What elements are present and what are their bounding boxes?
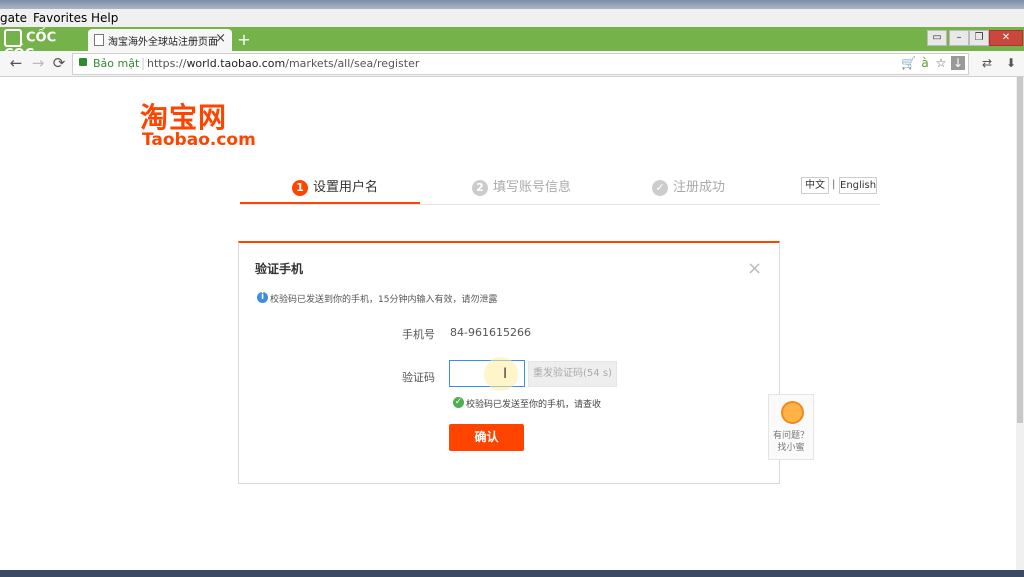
window-restore-button[interactable]: ❐ — [969, 30, 989, 46]
translate-icon[interactable]: à — [918, 56, 932, 70]
success-check-icon: ✓ — [453, 397, 464, 408]
menu-item-favorites[interactable]: Favorites — [33, 11, 87, 25]
help-widget-text[interactable]: 有问题？ 找小蜜 — [770, 430, 812, 454]
step-label-1: 设置用户名 — [313, 180, 379, 195]
text-cursor-icon: I — [503, 366, 508, 382]
os-taskbar — [0, 570, 1024, 577]
coccoc-logo[interactable]: CỐC CỐC — [4, 29, 86, 62]
tab-title: 淘宝海外全球站注册页面 — [108, 37, 218, 48]
lock-icon — [79, 58, 87, 66]
window-close-button[interactable]: ✕ — [989, 30, 1023, 46]
close-icon[interactable]: × — [747, 258, 762, 279]
assistant-avatar-icon[interactable] — [781, 401, 804, 424]
lang-separator: | — [832, 179, 836, 190]
step-number-2: 2 — [472, 179, 488, 196]
menu-item-help[interactable]: Help — [91, 11, 118, 25]
window-minimize-button[interactable]: – — [949, 30, 969, 46]
registration-steps: 1 设置用户名 2 填写账号信息 ✓ 注册成功 — [240, 170, 880, 205]
mouse-highlight — [484, 357, 518, 391]
phone-value: 84-961615266 — [450, 326, 531, 339]
tab-close-icon[interactable]: × — [215, 31, 226, 46]
extension-icon[interactable]: ⇄ — [980, 56, 994, 70]
step-set-username: 1 设置用户名 — [292, 176, 378, 196]
step-register-success: ✓ 注册成功 — [652, 176, 725, 196]
browser-tab-active[interactable]: 淘宝海外全球站注册页面 × — [88, 29, 232, 51]
window-profile-button[interactable]: ▭ — [927, 30, 947, 46]
check-circle-icon: ✓ — [652, 179, 668, 196]
address-bar[interactable]: Bảo mật | https://world.taobao.com/marke… — [72, 53, 969, 75]
os-menu-bar: gate Favorites Help — [0, 0, 1024, 28]
resend-code-button[interactable]: 重发验证码(54 s) — [528, 361, 617, 387]
success-message: 校验码已发送至你的手机，请查收 — [466, 400, 602, 410]
address-separator: | — [141, 56, 146, 70]
forward-button[interactable]: → — [28, 54, 48, 72]
info-message: 校验码已发送到你的手机，15分钟内输入有效，请勿泄露 — [270, 295, 498, 305]
window-top-strip — [0, 0, 1024, 9]
confirm-button[interactable]: 确认 — [449, 424, 524, 451]
active-step-indicator — [240, 202, 420, 204]
phone-label: 手机号 — [402, 328, 435, 341]
downloads-icon[interactable]: ⬇ — [1004, 56, 1018, 70]
cart-icon[interactable]: 🛒 — [901, 56, 916, 70]
back-button[interactable]: ← — [6, 54, 26, 72]
step-fill-account-info: 2 填写账号信息 — [472, 176, 571, 196]
code-label: 验证码 — [402, 371, 435, 384]
dialog-title: 验证手机 — [255, 262, 304, 276]
star-icon[interactable]: ☆ — [934, 56, 948, 70]
step-number-1: 1 — [292, 179, 308, 196]
coccoc-icon — [4, 29, 22, 47]
document-icon — [94, 34, 104, 46]
menu-item-navigate[interactable]: gate — [0, 11, 27, 25]
scrollbar-thumb[interactable] — [1017, 77, 1023, 423]
help-line-2: 找小蜜 — [777, 443, 805, 453]
new-tab-button[interactable]: + — [234, 30, 254, 50]
security-label: Bảo mật — [93, 57, 140, 70]
step-label-3: 注册成功 — [673, 180, 726, 195]
lang-english-button[interactable]: English — [839, 177, 877, 194]
reload-button[interactable]: ⟳ — [49, 54, 69, 72]
info-icon: i — [257, 292, 268, 303]
download-icon[interactable]: ↓ — [951, 56, 965, 70]
taobao-logo-en[interactable]: Taobao.com — [142, 130, 256, 150]
url-host: world.taobao.com — [186, 57, 286, 70]
step-label-2: 填写账号信息 — [493, 180, 572, 195]
help-line-1: 有问题？ — [772, 431, 809, 441]
url-path: /markets/all/sea/register — [285, 57, 420, 70]
url-text: https://world.taobao.com/markets/all/sea… — [147, 57, 419, 70]
url-scheme: https:// — [147, 57, 187, 70]
lang-chinese-button[interactable]: 中文 — [801, 177, 829, 194]
